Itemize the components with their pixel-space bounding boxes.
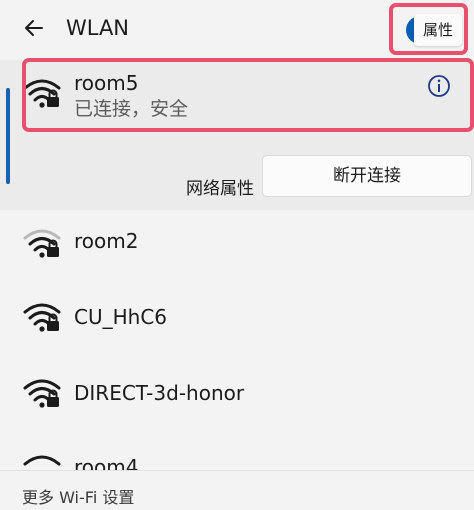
list-item[interactable]: room2 [0,206,474,282]
list-item[interactable]: DIRECT-3d-honor [0,358,474,434]
highlight-box [389,3,468,55]
wifi-secured-icon [23,303,61,332]
wifi-secured-icon [23,229,61,258]
page-title: WLAN [66,16,130,40]
selection-indicator [6,88,10,184]
header: WLAN 属性 [0,0,474,58]
network-properties-link[interactable]: 网络属性 [186,177,254,201]
network-ssid: DIRECT-3d-honor [74,381,245,405]
arrow-left-icon[interactable] [20,14,48,42]
disconnect-button[interactable]: 断开连接 [262,155,472,197]
network-ssid: CU_HhC6 [74,305,168,329]
network-ssid: room2 [74,229,139,253]
footer: 更多 Wi-Fi 设置 [0,470,474,507]
wifi-secured-icon [23,379,61,408]
highlight-box [22,58,474,132]
list-item[interactable]: CU_HhC6 [0,282,474,358]
